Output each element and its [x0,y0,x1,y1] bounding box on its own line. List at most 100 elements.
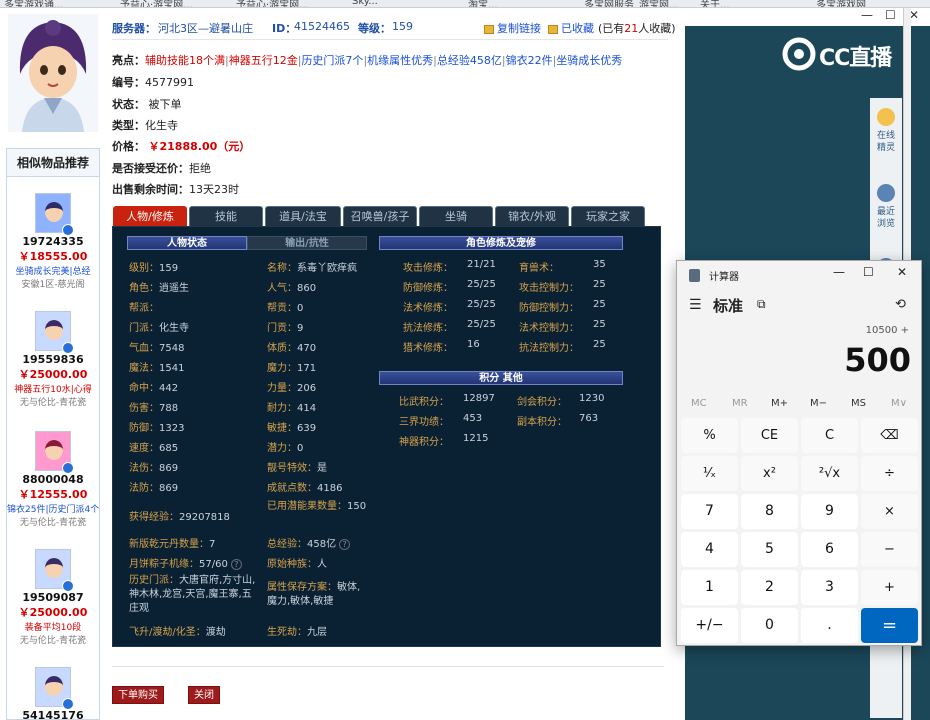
sale-badge-icon [62,580,74,592]
calc-key[interactable]: 7 [681,494,738,529]
calc-key[interactable]: 2 [741,570,798,605]
similar-item-thumbnail[interactable] [35,193,74,236]
tab-1[interactable]: 人物/修炼 [113,206,187,226]
similar-item-desc[interactable]: 神器五行10水|心得 [7,382,99,395]
minimize-icon[interactable]: — [861,8,873,22]
memory-button[interactable]: M+ [771,398,788,409]
calc-key[interactable]: + [861,570,918,605]
history-icon[interactable]: ⟲ [895,297,906,312]
buy-button[interactable]: 下单购买 [112,686,164,704]
calc-key[interactable]: × [861,494,918,529]
cc-side-item[interactable]: 在线精灵 [870,108,902,154]
favorite-button[interactable]: 已收藏 [548,20,594,36]
calc-close-button[interactable]: ✕ [897,265,907,279]
similar-item-thumbnail[interactable] [35,311,74,354]
memory-button[interactable]: M∨ [891,398,907,409]
copy-link-button[interactable]: 复制链接 [484,20,541,36]
tab-5[interactable]: 坐骑 [419,206,493,226]
calc-key[interactable]: = [861,608,918,643]
item-price-value: ￥21888.00（元） [148,140,251,153]
help-icon[interactable]: ? [230,558,242,570]
calc-key[interactable]: C [801,418,858,453]
calc-key[interactable]: − [861,532,918,567]
memory-button[interactable]: M− [810,398,827,409]
stat-left-key: 命中： [129,383,159,394]
browser-tab[interactable]: 关于... [700,0,730,7]
control-row-key: 抗法控制力： [519,343,579,354]
hamburger-menu-icon[interactable]: ☰ [689,297,702,313]
stat-left-value: 1541 [159,363,185,374]
calc-key[interactable]: 6 [801,532,858,567]
browser-tab-strip[interactable]: 多宝游戏通... 予益心·游宝网... 予益心·游宝网... Sky... 淘宝... 多… [0,0,930,8]
tab-4[interactable]: 召唤兽/孩子 [343,206,417,226]
similar-item[interactable]: 19509087 ￥25000.00 装备平均10段 无与伦比-青花瓷 [7,549,99,646]
calc-key[interactable]: ÷ [861,456,918,491]
similar-item[interactable]: 88000048 ￥12555.00 锦衣25件|历史门派4个 无与伦比-青花瓷 [7,431,99,528]
highlight-tag: 神器五行12金 [228,54,298,67]
similar-item-thumbnail[interactable] [35,431,74,474]
similar-item-desc[interactable]: 装备平均10段 [7,620,99,633]
memory-button[interactable]: MR [732,398,748,409]
calc-minimize-button[interactable]: — [833,265,845,279]
tab-2[interactable]: 技能 [189,206,263,226]
similar-item-thumbnail[interactable] [35,549,74,592]
similar-item[interactable]: 54145176 [7,667,99,720]
tab-7[interactable]: 玩家之家 [571,206,645,226]
browser-tab[interactable]: 多宝游戏网 [816,0,866,7]
memory-button[interactable]: MS [851,398,866,409]
close-button[interactable]: 关闭 [188,686,220,704]
cultivation-row-key: 猎术修炼： [403,343,453,354]
help-icon[interactable]: ? [339,538,351,550]
score-row-key: 比武积分： [399,397,449,408]
similar-item[interactable]: 19724335 ￥18555.00 坐骑成长完美|总经 安徽1区-慈光阁 [7,193,99,290]
calc-key[interactable]: ²√x [801,456,858,491]
browser-tab[interactable]: 予益心·游宝网... [120,0,193,7]
control-value: 25 [593,339,606,350]
browser-tab[interactable]: 予益心·游宝网... [236,0,309,7]
stat-mid-value: 0 [297,443,304,454]
stat-mid: 魔力：171 [267,359,316,374]
feisheng-row-value: 渡劫 [205,627,226,638]
calc-key[interactable]: % [681,418,738,453]
browser-window-controls: — ☐ ✕ [685,8,930,26]
memory-button[interactable]: MC [691,398,707,409]
calc-key[interactable]: ¹⁄ₓ [681,456,738,491]
stat-left: 伤害：788 [129,399,178,414]
calc-key[interactable]: 3 [801,570,858,605]
similar-item-desc[interactable]: 坐骑成长完美|总经 [7,264,99,277]
maximize-icon[interactable]: ☐ [885,8,896,22]
keep-on-top-icon[interactable]: ⧉ [757,297,766,312]
similar-item[interactable]: 19559836 ￥25000.00 神器五行10水|心得 无与伦比-青花瓷 [7,311,99,408]
calc-key[interactable]: . [801,608,858,643]
calc-key[interactable]: 8 [741,494,798,529]
browser-tab[interactable]: 多宝网服务_游宝网... [584,0,679,7]
browser-tab[interactable]: Sky... [352,0,378,7]
calc-key[interactable]: 4 [681,532,738,567]
calc-key[interactable]: x² [741,456,798,491]
character-face-icon [45,676,63,696]
score-row-2: 剑会积分： [517,393,567,408]
calc-key[interactable]: 9 [801,494,858,529]
calc-key[interactable]: ⌫ [861,418,918,453]
calc-key[interactable]: +/− [681,608,738,643]
score-row-2-key: 副本积分： [517,417,567,428]
similar-item-desc[interactable]: 锦衣25件|历史门派4个 [7,502,99,515]
similar-item-thumbnail[interactable] [35,667,74,710]
calc-key[interactable]: 1 [681,570,738,605]
stat-left: 气血：7548 [129,339,184,354]
stat-left: 防御：1323 [129,419,184,434]
calc-key[interactable]: 5 [741,532,798,567]
tab-6[interactable]: 锦衣/外观 [495,206,569,226]
server-label: 服务器： [112,22,156,35]
stat-mid-key: 敏捷： [267,423,297,434]
stat-left: 帮派： [129,299,159,314]
calc-key[interactable]: CE [741,418,798,453]
tab-3[interactable]: 道具/法宝 [265,206,341,226]
cc-side-item[interactable]: 最近浏览 [870,184,902,230]
calculator-titlebar[interactable]: 计算器 — ☐ ✕ [677,261,921,289]
calc-maximize-button[interactable]: ☐ [863,265,874,279]
browser-tab[interactable]: 多宝游戏通... [4,0,64,7]
browser-tab[interactable]: 淘宝... [468,0,498,7]
stat-mid-value: 206 [297,383,317,394]
calc-key[interactable]: 0 [741,608,798,643]
